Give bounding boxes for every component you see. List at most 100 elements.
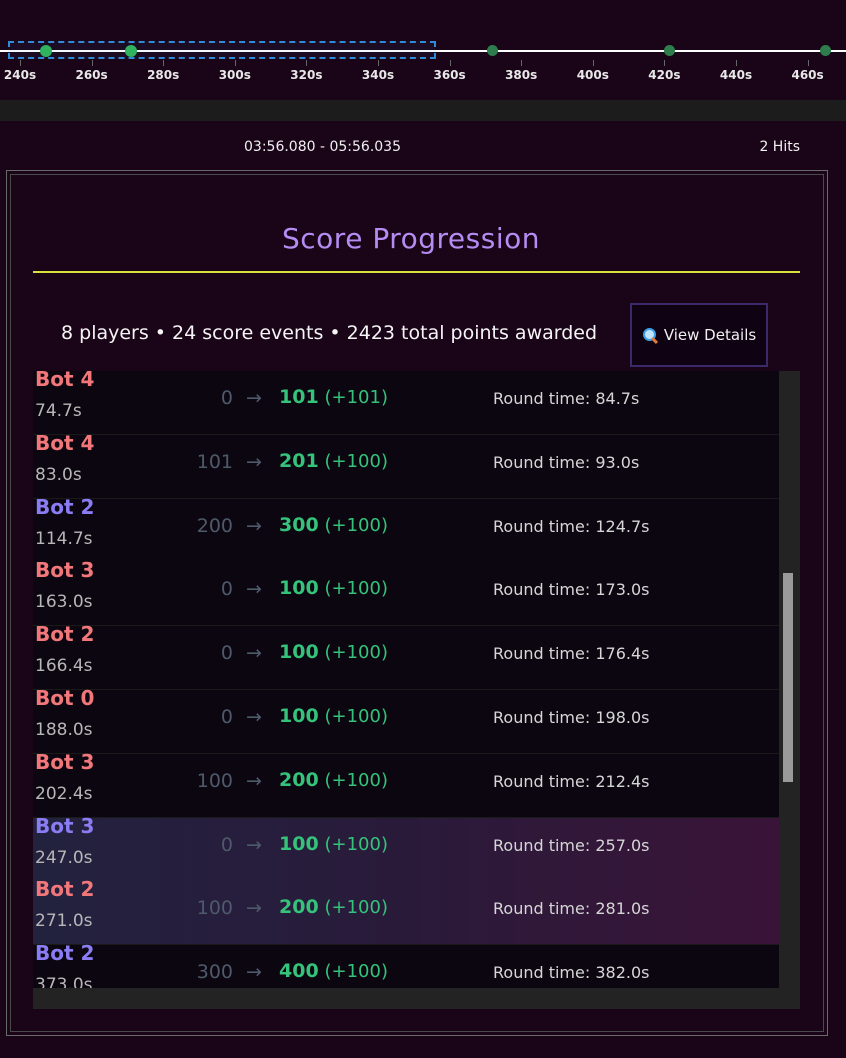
timeline-marker[interactable] [663, 45, 675, 56]
timeline-selection[interactable] [8, 41, 436, 59]
arrow-icon: → [246, 642, 262, 665]
score-before: 0 [220, 578, 233, 601]
timeline-marker[interactable] [486, 45, 498, 56]
player-name: Bot 3 [35, 558, 95, 583]
timeline-tick-label: 240s [3, 68, 37, 82]
score-event-rows: Bot 4 74.7s 0 → 101 (+101) Round time: 84.7s Bo… [33, 371, 779, 988]
timeline-marker[interactable] [40, 44, 52, 57]
score-event-row[interactable]: Bot 3 202.4s 100 → 200 (+100) Round time: 212.… [33, 750, 779, 818]
view-details-button[interactable]: View Details [630, 303, 768, 367]
score-after: 200 [279, 896, 319, 919]
score-delta: (+100) [324, 833, 388, 855]
timeline-tick-label: 320s [290, 68, 323, 82]
player-name: Bot 4 [35, 430, 95, 455]
round-time: Round time: 124.7s [493, 516, 650, 536]
score-before: 101 [196, 450, 233, 473]
view-details-label: View Details [663, 326, 757, 344]
timeline-tick-label: 420s [648, 68, 681, 82]
round-time: Round time: 281.0s [493, 899, 650, 919]
timeline-tick [592, 60, 594, 66]
timeline-marker[interactable] [125, 44, 137, 57]
score-after: 300 [279, 513, 319, 536]
score-before: 100 [196, 769, 233, 792]
arrow-icon: → [246, 450, 262, 473]
timeline-tick-label: 260s [75, 68, 108, 82]
score-delta: (+100) [324, 706, 388, 727]
score-event-row[interactable]: Bot 3 163.0s 0 → 100 (+100) Round time: 173.0s [33, 558, 779, 627]
event-time: 74.7s [35, 401, 82, 421]
score-delta: (+100) [324, 961, 388, 983]
timeline-tick-label: 280s [147, 68, 180, 82]
arrow-icon: → [246, 897, 262, 920]
score-delta: (+100) [324, 578, 388, 600]
score-event-row[interactable]: Bot 2 271.0s 100 → 200 (+100) Round time: 281.… [33, 877, 779, 946]
score-event-list[interactable]: Bot 4 74.7s 0 → 101 (+101) Round time: 84.7s Bo… [33, 371, 800, 1009]
round-time: Round time: 257.0s [493, 835, 650, 855]
round-time: Round time: 212.4s [493, 771, 650, 791]
timeline-tick [664, 60, 666, 66]
timeline-tick [378, 60, 379, 66]
event-time: 163.0s [35, 592, 93, 613]
score-before: 0 [220, 642, 233, 665]
score-after: 100 [279, 577, 319, 600]
score-before: 0 [220, 706, 233, 728]
player-name: Bot 2 [35, 877, 95, 902]
round-time: Round time: 84.7s [493, 389, 640, 408]
score-event-row[interactable]: Bot 0 188.0s 0 → 100 (+100) Round time: 198.0s [33, 686, 779, 754]
player-name: Bot 4 [35, 371, 95, 391]
title-divider [33, 271, 800, 273]
timeline[interactable]: 240s 260s 280s 300s 320s 340s 360s 380s 400s 420s… [0, 0, 846, 100]
event-time: 202.4s [35, 783, 93, 804]
player-name: Bot 2 [35, 494, 95, 519]
score-delta: (+100) [324, 642, 388, 664]
event-time: 114.7s [35, 528, 93, 549]
round-time: Round time: 176.4s [493, 644, 650, 664]
score-before: 0 [220, 833, 233, 856]
score-delta: (+100) [324, 897, 388, 919]
timeline-tick-label: 440s [719, 68, 753, 82]
score-after: 101 [279, 386, 319, 408]
summary-text: 8 players • 24 score events • 2423 total… [61, 322, 598, 344]
score-event-row[interactable]: Bot 4 74.7s 0 → 101 (+101) Round time: 84.7s [33, 371, 779, 435]
timeline-tick-label: 400s [576, 68, 609, 82]
event-time: 83.0s [35, 464, 82, 485]
event-time: 166.4s [35, 656, 93, 677]
event-time: 373.0s [35, 975, 93, 988]
round-time: Round time: 93.0s [493, 452, 640, 472]
event-time: 188.0s [35, 720, 93, 740]
score-before: 0 [220, 387, 233, 409]
arrow-icon: → [246, 514, 262, 537]
score-after: 100 [279, 705, 319, 727]
timeline-tick [306, 60, 308, 66]
timeline-tick [91, 60, 93, 66]
score-event-row[interactable]: Bot 2 114.7s 200 → 300 (+100) Round time: 124.… [33, 495, 779, 563]
list-scrollbar[interactable] [783, 573, 793, 782]
arrow-icon: → [246, 833, 262, 856]
hit-count: 2 Hits [759, 139, 800, 155]
timeline-tick [521, 60, 523, 66]
magnifier-icon [642, 327, 658, 343]
arrow-icon: → [246, 706, 262, 728]
score-event-row[interactable]: Bot 2 166.4s 0 → 100 (+100) Round time: 176.4s [33, 622, 779, 691]
score-after: 100 [279, 641, 319, 664]
timeline-tick-label: 360s [433, 68, 466, 82]
timeline-tick [163, 60, 165, 66]
arrow-icon: → [246, 961, 262, 984]
timeline-axis: 240s 260s 280s 300s 320s 340s 360s 380s 400s 420s… [0, 60, 846, 90]
score-event-row[interactable]: Bot 4 83.0s 101 → 201 (+100) Round time: 93.0s [33, 431, 779, 499]
event-time: 247.0s [35, 847, 93, 868]
round-time: Round time: 198.0s [493, 708, 650, 727]
round-time: Round time: 382.0s [493, 963, 650, 983]
timeline-marker[interactable] [819, 45, 831, 56]
round-time: Round time: 173.0s [493, 580, 650, 600]
timeline-tick [234, 60, 236, 66]
score-delta: (+100) [324, 450, 388, 472]
event-time: 271.0s [35, 911, 93, 932]
score-before: 200 [196, 514, 233, 537]
timeline-scroll-band[interactable] [0, 100, 846, 121]
score-event-row[interactable]: Bot 3 247.0s 0 → 100 (+100) Round time: 257.0s [33, 814, 779, 882]
score-before: 300 [196, 961, 233, 984]
panel-title: Score Progression [282, 222, 540, 255]
score-event-row[interactable]: Bot 2 373.0s 300 → 400 (+100) Round time: 382.… [33, 941, 779, 988]
player-name: Bot 2 [35, 941, 95, 966]
